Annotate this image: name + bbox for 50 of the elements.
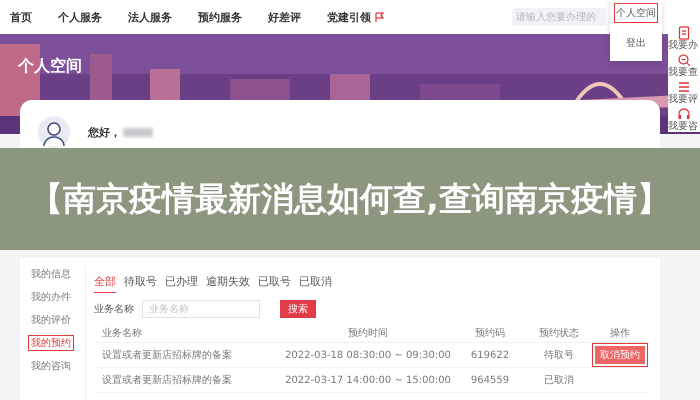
tab[interactable]: 已办理 bbox=[165, 274, 198, 293]
menu-item[interactable]: 登出 bbox=[624, 33, 648, 53]
search-button[interactable]: 搜索 bbox=[280, 300, 316, 318]
document-icon bbox=[677, 26, 691, 40]
name-field[interactable]: 业务名称 bbox=[142, 300, 260, 318]
column-header: 预约码 bbox=[474, 327, 506, 340]
column-header: 业务名称 bbox=[101, 326, 143, 340]
sidebar-item[interactable]: 我的评价 bbox=[28, 312, 74, 328]
tab[interactable]: 待取号 bbox=[124, 274, 157, 293]
table-cell-text: 964559 bbox=[470, 374, 510, 386]
tab[interactable]: 已取号 bbox=[258, 274, 291, 293]
table-cell-text: 设置或者更新店招标牌的备案 bbox=[101, 374, 233, 387]
menu-item[interactable]: 个人空间 bbox=[614, 3, 658, 23]
quick-link[interactable]: 我要评 bbox=[668, 94, 698, 105]
table-cell-text: 2022-03-18 08:30:00 ~ 09:30:00 bbox=[284, 350, 452, 360]
table-cell-text: 2022-03-17 14:00:00 ~ 15:00:00 bbox=[284, 374, 452, 386]
table-cell-text: 设置或者更新店招标牌的备案 bbox=[101, 348, 233, 362]
table-cell-text: 待取号 bbox=[543, 348, 575, 362]
table-cell-text: 619622 bbox=[470, 350, 510, 360]
field-label: 业务名称 bbox=[94, 302, 134, 316]
nav-link[interactable]: 党建引领 bbox=[327, 10, 384, 24]
search-icon bbox=[677, 53, 691, 67]
headset-icon bbox=[677, 107, 691, 121]
list-icon bbox=[677, 80, 691, 94]
blurred-name bbox=[123, 128, 153, 136]
sidebar-item[interactable]: 我的预约 bbox=[28, 335, 74, 351]
page-title: 个人空间 bbox=[18, 56, 82, 77]
avatar-icon bbox=[38, 116, 70, 148]
flag-icon bbox=[374, 12, 384, 22]
headline: 【南京疫情最新消息如何查,查询南京疫情】 bbox=[29, 178, 671, 220]
nav-link[interactable]: 首页 bbox=[10, 10, 32, 24]
sidebar-item[interactable]: 我的办件 bbox=[28, 289, 74, 305]
quick-link[interactable]: 我要办 bbox=[668, 40, 698, 51]
column-header: 预约时间 bbox=[347, 326, 389, 340]
tab[interactable]: 全部 bbox=[94, 274, 116, 293]
nav-link[interactable]: 法人服务 bbox=[128, 10, 172, 24]
column-header: 预约状态 bbox=[538, 326, 580, 340]
column-header: 操作 bbox=[609, 327, 631, 340]
greeting-text: 您好， bbox=[88, 124, 121, 140]
nav-link[interactable]: 预约服务 bbox=[198, 10, 242, 24]
nav-link[interactable]: 个人服务 bbox=[58, 10, 102, 24]
search-field[interactable]: 请输入您要办理的 bbox=[512, 8, 606, 26]
nav-link[interactable]: 好差评 bbox=[268, 10, 301, 24]
tab[interactable]: 已取消 bbox=[299, 274, 332, 293]
quick-link[interactable]: 我要查 bbox=[668, 67, 698, 78]
sidebar-item[interactable]: 我的信息 bbox=[28, 266, 74, 282]
sidebar-item[interactable]: 我的咨询 bbox=[28, 358, 74, 374]
table-cell-text: 已取消 bbox=[543, 374, 575, 387]
tab[interactable]: 逾期失效 bbox=[206, 274, 250, 293]
quick-link[interactable]: 我要咨 bbox=[668, 121, 698, 132]
